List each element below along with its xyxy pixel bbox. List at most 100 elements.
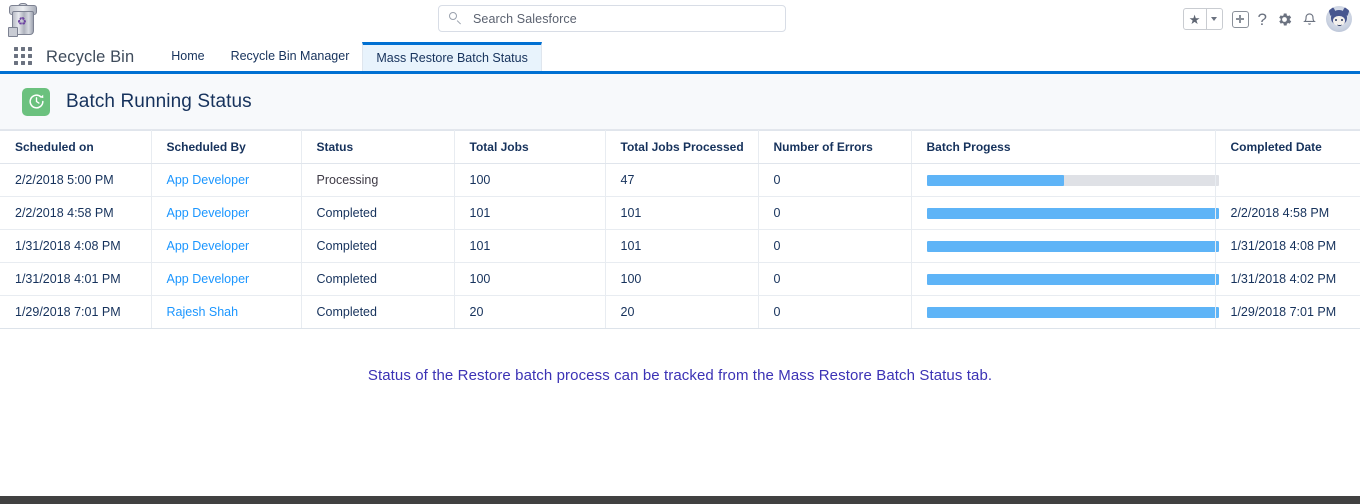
batch-status-table-wrapper: Scheduled on Scheduled By Status Total J…	[0, 130, 1360, 329]
cell-number-of-errors: 0	[758, 295, 912, 329]
tab-mass-restore-batch-status[interactable]: Mass Restore Batch Status	[362, 42, 542, 71]
avatar-mouth	[1337, 22, 1342, 26]
app-launcher-dot	[14, 61, 18, 65]
scheduled-by-link[interactable]: App Developer	[167, 173, 250, 187]
page-title: Batch Running Status	[66, 90, 252, 112]
global-header: ♻ Search Salesforce ★ ?	[0, 0, 1360, 39]
progress-bar	[926, 207, 1219, 219]
cell-scheduled-on: 1/29/2018 7:01 PM	[0, 295, 152, 329]
table-row: 1/29/2018 7:01 PM Rajesh Shah Completed …	[0, 295, 1360, 329]
app-launcher-dot	[28, 47, 32, 51]
batch-status-table: Scheduled on Scheduled By Status Total J…	[0, 130, 1360, 329]
cell-batch-progress	[911, 229, 1219, 263]
progress-bar	[926, 306, 1219, 318]
window-bottom-bar	[0, 496, 1360, 504]
progress-bar-fill	[926, 306, 1219, 318]
scheduled-by-link[interactable]: App Developer	[167, 272, 250, 286]
cell-completed-date: 1/31/2018 4:02 PM	[1215, 262, 1360, 296]
cell-number-of-errors: 0	[758, 229, 912, 263]
cell-status: Completed	[301, 262, 455, 296]
cell-completed-date: 1/31/2018 4:08 PM	[1215, 229, 1360, 263]
search-input[interactable]: Search Salesforce	[438, 5, 786, 32]
column-header-completed-date[interactable]: Completed Date	[1215, 130, 1360, 164]
cell-total-jobs-processed: 101	[605, 229, 759, 263]
progress-bar-fill	[926, 207, 1219, 219]
recycle-symbol-icon: ♻	[17, 16, 27, 28]
app-launcher-dot	[21, 61, 25, 65]
avatar-eye-left	[1335, 19, 1337, 21]
page-header: Batch Running Status	[0, 74, 1360, 130]
column-header-scheduled-on[interactable]: Scheduled on	[0, 130, 152, 164]
column-header-total-jobs-processed[interactable]: Total Jobs Processed	[605, 130, 759, 164]
cell-status: Completed	[301, 229, 455, 263]
cell-scheduled-on: 1/31/2018 4:08 PM	[0, 229, 152, 263]
notifications-bell-icon[interactable]	[1302, 11, 1317, 28]
user-avatar[interactable]	[1326, 6, 1352, 32]
cell-batch-progress	[911, 295, 1219, 329]
app-launcher-icon[interactable]	[14, 47, 32, 65]
search-placeholder: Search Salesforce	[473, 11, 577, 26]
table-row: 2/2/2018 4:58 PM App Developer Completed…	[0, 196, 1360, 230]
app-launcher-dot	[21, 54, 25, 58]
favorites-star-icon[interactable]: ★	[1184, 9, 1206, 29]
recycle-bin-logo-chip	[8, 27, 18, 37]
app-launcher-dot	[14, 47, 18, 51]
cell-scheduled-on: 2/2/2018 4:58 PM	[0, 196, 152, 230]
progress-bar	[926, 240, 1219, 252]
app-name: Recycle Bin	[46, 48, 135, 66]
cell-total-jobs: 20	[454, 295, 606, 329]
progress-bar-fill	[926, 174, 1064, 186]
column-header-batch-progress[interactable]: Batch Progess	[911, 130, 1216, 164]
global-search[interactable]: Search Salesforce	[438, 5, 786, 32]
app-launcher-dot	[28, 54, 32, 58]
column-header-total-jobs[interactable]: Total Jobs	[454, 130, 606, 164]
table-row: 2/2/2018 5:00 PM App Developer Processin…	[0, 163, 1360, 197]
cell-batch-progress	[911, 196, 1219, 230]
cell-completed-date: 2/2/2018 4:58 PM	[1215, 196, 1360, 230]
status-value: Processing	[316, 173, 379, 187]
batch-history-clock-icon	[22, 87, 50, 116]
help-icon[interactable]: ?	[1258, 11, 1267, 28]
cell-total-jobs-processed: 47	[605, 163, 759, 197]
cell-scheduled-by: App Developer	[151, 229, 302, 263]
scheduled-by-link[interactable]: App Developer	[167, 206, 250, 220]
column-header-status[interactable]: Status	[301, 130, 455, 164]
progress-bar	[926, 174, 1219, 186]
add-icon[interactable]	[1231, 10, 1249, 28]
progress-bar-fill	[926, 273, 1219, 285]
scheduled-by-link[interactable]: Rajesh Shah	[167, 305, 239, 319]
cell-scheduled-by: Rajesh Shah	[151, 295, 302, 329]
app-launcher-dot	[28, 61, 32, 65]
cell-status: Completed	[301, 196, 455, 230]
app-launcher-dot	[14, 54, 18, 58]
cell-batch-progress	[911, 163, 1219, 197]
table-header-row: Scheduled on Scheduled By Status Total J…	[0, 130, 1360, 164]
cell-number-of-errors: 0	[758, 262, 912, 296]
tab-recycle-bin-manager[interactable]: Recycle Bin Manager	[218, 42, 363, 71]
favorites-control[interactable]: ★	[1182, 8, 1223, 30]
table-row: 1/31/2018 4:08 PM App Developer Complete…	[0, 229, 1360, 263]
cell-total-jobs: 101	[454, 229, 606, 263]
cell-scheduled-by: App Developer	[151, 163, 302, 197]
setup-gear-icon[interactable]	[1276, 11, 1293, 28]
cell-scheduled-by: App Developer	[151, 262, 302, 296]
search-icon	[449, 12, 462, 25]
cell-total-jobs-processed: 100	[605, 262, 759, 296]
cell-completed-date	[1215, 163, 1360, 197]
column-header-number-of-errors[interactable]: Number of Errors	[758, 130, 912, 164]
tab-home[interactable]: Home	[158, 42, 217, 71]
column-header-scheduled-by[interactable]: Scheduled By	[151, 130, 302, 164]
cell-scheduled-on: 1/31/2018 4:01 PM	[0, 262, 152, 296]
cell-total-jobs-processed: 20	[605, 295, 759, 329]
cell-number-of-errors: 0	[758, 163, 912, 197]
nav-tab-list: Home Recycle Bin Manager Mass Restore Ba…	[158, 39, 542, 71]
cell-scheduled-by: App Developer	[151, 196, 302, 230]
favorites-dropdown-caret-icon[interactable]	[1205, 9, 1222, 29]
cell-total-jobs: 100	[454, 262, 606, 296]
progress-bar-fill	[926, 240, 1219, 252]
chevron-down-icon	[1211, 17, 1218, 21]
avatar-eye-right	[1341, 19, 1343, 21]
scheduled-by-link[interactable]: App Developer	[167, 239, 250, 253]
app-navigation-bar: Recycle Bin Home Recycle Bin Manager Mas…	[0, 39, 1360, 74]
cell-batch-progress	[911, 262, 1219, 296]
